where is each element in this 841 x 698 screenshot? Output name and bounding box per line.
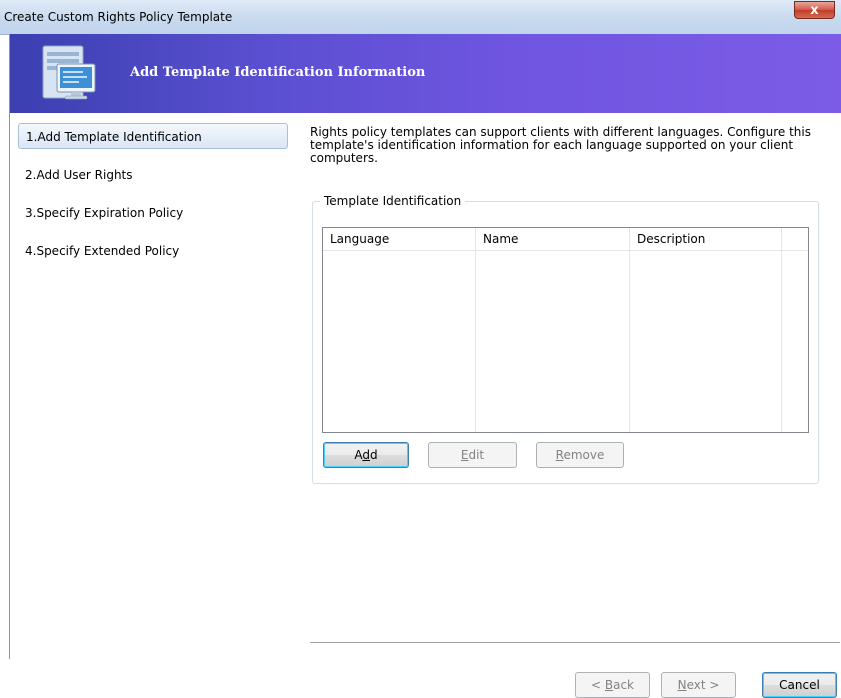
wizard-banner: Add Template Identification Information (10, 34, 841, 113)
banner-title: Add Template Identification Information (130, 65, 426, 80)
footer-divider (310, 642, 840, 643)
step-specify-extended-policy[interactable]: 4.Specify Extended Policy (18, 238, 288, 264)
group-title: Template Identification (320, 194, 466, 208)
close-button[interactable]: x (794, 1, 835, 19)
step-label: 3.Specify Expiration Policy (25, 206, 184, 220)
column-header-description[interactable]: Description (630, 228, 781, 250)
wizard-computer-icon (42, 45, 96, 100)
back-button[interactable]: < Back (575, 672, 650, 698)
language-list[interactable]: Language Name Description (322, 227, 809, 433)
wizard-window: Add Template Identification Information … (9, 34, 841, 698)
close-icon: x (810, 3, 819, 18)
title-bar: Create Custom Rights Policy Template x (0, 0, 841, 35)
column-name[interactable]: Name (476, 228, 630, 432)
add-button[interactable]: Add (323, 442, 409, 468)
template-identification-group: Template Identification Language Name De… (312, 194, 819, 484)
step-label: 1.Add Template Identification (26, 130, 202, 144)
column-language[interactable]: Language (323, 228, 476, 432)
step-sidebar: 1.Add Template Identification 2.Add User… (10, 113, 298, 659)
step-add-user-rights[interactable]: 2.Add User Rights (18, 162, 288, 188)
window-title: Create Custom Rights Policy Template (4, 10, 233, 24)
column-description[interactable]: Description (630, 228, 782, 432)
step-label: 4.Specify Extended Policy (25, 244, 180, 258)
step-specify-expiration-policy[interactable]: 3.Specify Expiration Policy (18, 200, 288, 226)
step-add-template-identification[interactable]: 1.Add Template Identification (18, 123, 288, 149)
next-button[interactable]: Next > (661, 672, 736, 698)
cancel-button[interactable]: Cancel (762, 672, 837, 698)
description-text: Rights policy templates can support clie… (310, 125, 811, 165)
column-header-name[interactable]: Name (476, 228, 629, 250)
column-header-language[interactable]: Language (323, 228, 475, 250)
remove-button[interactable]: Remove (536, 442, 624, 468)
edit-button[interactable]: Edit (428, 442, 517, 468)
step-label: 2.Add User Rights (25, 168, 133, 182)
main-content: Rights policy templates can support clie… (310, 113, 840, 698)
